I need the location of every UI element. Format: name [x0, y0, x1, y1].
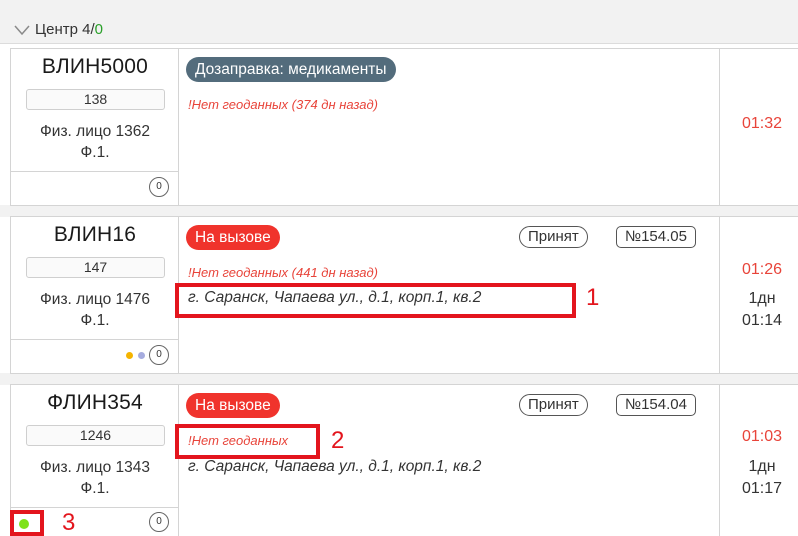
crew-number: 138	[26, 89, 165, 110]
crew-times: 01:03 1дн 01:17	[719, 385, 798, 536]
accepted-pill[interactable]: Принят	[519, 394, 588, 416]
annotation-label-1: 1	[586, 284, 600, 311]
crew-card[interactable]: ФЛИН354 1246 Физ. лицо 1343 Ф.1. 0 На вы…	[10, 384, 798, 536]
status-badge: Дозаправка: медикаменты	[186, 57, 396, 82]
geo-warning: !Нет геоданных (374 дн назад)	[188, 97, 378, 112]
annotation-box-2	[175, 424, 320, 459]
crew-times: 01:32	[719, 49, 798, 205]
status-dot-lavender	[138, 352, 145, 359]
crew-person-name: Физ. лицо 1476	[40, 291, 150, 308]
status-time: 01:32	[741, 115, 783, 132]
crew-person-name: Физ. лицо 1362	[40, 123, 150, 140]
divider	[11, 339, 179, 340]
crew-person-name: Физ. лицо 1343	[40, 459, 150, 476]
annotation-label-2: 2	[331, 427, 345, 454]
crew-status-area: На вызове Принят №154.04 !Нет геоданных …	[179, 385, 719, 536]
crew-person-initials: Ф.1.	[80, 480, 110, 497]
group-header[interactable]: Центр 4/0	[0, 0, 798, 44]
crew-card[interactable]: ВЛИН5000 138 Физ. лицо 1362 Ф.1. 0 Дозап…	[10, 48, 798, 206]
crew-status-area: Дозаправка: медикаменты !Нет геоданных (…	[179, 49, 719, 205]
crew-unit-name: ВЛИН5000	[41, 55, 149, 78]
status-badge: На вызове	[186, 225, 280, 250]
crew-number: 1246	[26, 425, 165, 446]
chevron-down-icon[interactable]	[14, 24, 30, 36]
group-title-text: Центр 4/	[35, 21, 95, 38]
counter-badge[interactable]: 0	[149, 345, 169, 365]
annotation-box-1	[175, 283, 576, 318]
crew-person-initials: Ф.1.	[80, 144, 110, 161]
status-time: 01:03	[741, 428, 783, 445]
accepted-pill[interactable]: Принят	[519, 226, 588, 248]
geo-warning: !Нет геоданных (441 дн назад)	[188, 265, 378, 280]
crew-person-initials: Ф.1.	[80, 312, 110, 329]
status-badge: На вызове	[186, 393, 280, 418]
call-address: г. Саранск, Чапаева ул., д.1, корп.1, кв…	[188, 458, 482, 475]
annotation-label-3: 3	[62, 509, 76, 536]
duration-time: 01:17	[741, 480, 783, 497]
counter-badge[interactable]: 0	[149, 512, 169, 532]
crew-unit-name: ВЛИН16	[53, 223, 137, 246]
divider	[11, 171, 179, 172]
counter-badge[interactable]: 0	[149, 177, 169, 197]
group-online-count: 0	[94, 21, 103, 38]
annotation-box-3	[10, 510, 44, 536]
duration-days: 1дн	[748, 290, 776, 307]
duration-time: 01:14	[741, 312, 783, 329]
call-number-pill[interactable]: №154.04	[616, 394, 696, 416]
crew-info: ВЛИН16 147 Физ. лицо 1476 Ф.1. 0	[11, 217, 179, 373]
crew-unit-name: ФЛИН354	[47, 391, 143, 414]
status-time: 01:26	[741, 261, 783, 278]
crew-times: 01:26 1дн 01:14	[719, 217, 798, 373]
divider	[11, 507, 179, 508]
status-dot-orange	[126, 352, 133, 359]
group-title: Центр 4/0	[35, 21, 103, 38]
crew-number: 147	[26, 257, 165, 278]
duration-days: 1дн	[748, 458, 776, 475]
crew-info: ВЛИН5000 138 Физ. лицо 1362 Ф.1. 0	[11, 49, 179, 205]
call-number-pill[interactable]: №154.05	[616, 226, 696, 248]
